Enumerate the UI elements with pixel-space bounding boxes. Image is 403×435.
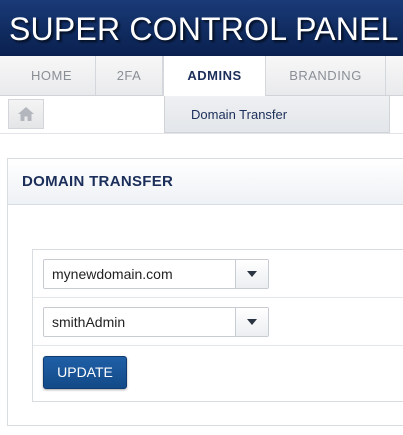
- app-header: SUPER CONTROL PANEL: [0, 0, 403, 56]
- transfer-form: mynewdomain.com smithAdmin UPDATE: [32, 249, 403, 402]
- panel-title: DOMAIN TRANSFER: [22, 173, 174, 190]
- app-title: SUPER CONTROL PANEL: [9, 11, 399, 47]
- panel-header: DOMAIN TRANSFER: [8, 159, 403, 205]
- admin-select[interactable]: smithAdmin: [43, 307, 269, 337]
- caret-down-icon: [247, 271, 257, 277]
- tab-admins[interactable]: ADMINS: [163, 56, 266, 96]
- subnav-item-domain-transfer[interactable]: Domain Transfer: [164, 96, 390, 133]
- caret-down-icon: [247, 319, 257, 325]
- update-button[interactable]: UPDATE: [43, 356, 127, 389]
- admin-select-value: smithAdmin: [52, 314, 126, 330]
- domain-select-arrow[interactable]: [235, 260, 268, 288]
- domain-row: mynewdomain.com: [33, 250, 403, 298]
- main-nav: HOME 2FA ADMINS BRANDING: [0, 56, 403, 96]
- tab-home[interactable]: HOME: [8, 56, 96, 95]
- action-row: UPDATE: [33, 346, 403, 403]
- domain-transfer-panel: DOMAIN TRANSFER mynewdomain.com smithAdm…: [7, 158, 403, 426]
- domain-select[interactable]: mynewdomain.com: [43, 259, 269, 289]
- home-button[interactable]: [8, 99, 44, 129]
- admin-row: smithAdmin: [33, 298, 403, 346]
- page: SUPER CONTROL PANEL HOME 2FA ADMINS BRAN…: [0, 0, 403, 435]
- sub-nav: Domain Transfer: [0, 96, 403, 134]
- tab-2fa[interactable]: 2FA: [96, 56, 163, 95]
- domain-select-value: mynewdomain.com: [52, 266, 173, 282]
- admin-select-arrow[interactable]: [235, 308, 268, 336]
- home-icon: [18, 107, 34, 121]
- tab-branding[interactable]: BRANDING: [266, 56, 386, 95]
